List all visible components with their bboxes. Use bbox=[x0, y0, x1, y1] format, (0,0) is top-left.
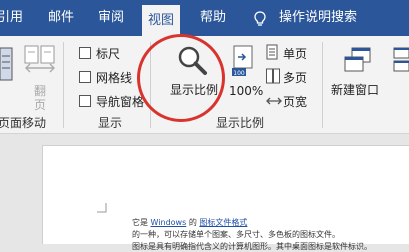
nav-pane-label: 导航窗格 bbox=[96, 95, 145, 109]
page-width-button[interactable]: 页宽 bbox=[266, 92, 316, 112]
tab-view[interactable]: 视图 bbox=[142, 5, 181, 36]
group-separator bbox=[322, 42, 323, 128]
document-page[interactable]: 它是 Windows 的 图标文件格式 的一种，可以存储单个图案、多尺寸、多色板… bbox=[42, 145, 409, 251]
ruler-label: 标尺 bbox=[96, 47, 121, 61]
lightbulb-icon bbox=[254, 11, 266, 26]
new-window-label: 新建窗口 bbox=[331, 83, 380, 97]
group-label-page-move: 页面移动 bbox=[0, 116, 47, 130]
tab-references[interactable]: 引用 bbox=[0, 0, 23, 36]
flip-page-icon bbox=[24, 45, 55, 73]
margin-corner-mark bbox=[97, 203, 107, 213]
flip-page-label: 翻 页 bbox=[33, 84, 46, 112]
doc-text: 的 bbox=[188, 218, 197, 227]
multi-page-button[interactable]: 多页 bbox=[266, 68, 316, 88]
gridlines-label: 网格线 bbox=[96, 71, 133, 85]
document-area: 它是 Windows 的 图标文件格式 的一种，可以存储单个图案、多尺寸、多色板… bbox=[0, 134, 409, 251]
new-window-icon bbox=[344, 47, 371, 72]
checkbox-box bbox=[79, 47, 91, 59]
single-page-label: 单页 bbox=[283, 47, 308, 61]
page-width-icon bbox=[266, 97, 282, 105]
group-label-show: 显示 bbox=[98, 116, 123, 130]
vertical-page-icon bbox=[0, 47, 13, 81]
document-line-1: 它是 Windows 的 图标文件格式 bbox=[132, 217, 247, 228]
tab-review[interactable]: 审阅 bbox=[98, 0, 124, 36]
doc-link-windows[interactable]: Windows bbox=[151, 218, 187, 227]
tab-mailings[interactable]: 邮件 bbox=[48, 0, 74, 36]
zoom-100-label: 100% bbox=[229, 84, 264, 98]
multi-page-icon bbox=[266, 68, 280, 84]
zoom-100-button[interactable]: 100 100% bbox=[226, 44, 264, 104]
flip-page-button[interactable]: 翻 页 bbox=[22, 44, 58, 112]
group-label-zoom: 显示比例 bbox=[216, 116, 265, 130]
page-width-label: 页宽 bbox=[283, 95, 308, 109]
svg-text:100: 100 bbox=[233, 70, 245, 77]
new-window-button[interactable]: 新建窗口 bbox=[330, 44, 384, 104]
arrange-all-button[interactable] bbox=[392, 46, 409, 102]
checkbox-box bbox=[79, 95, 91, 107]
tab-help[interactable]: 帮助 bbox=[200, 0, 226, 36]
multi-page-label: 多页 bbox=[283, 71, 308, 85]
group-separator bbox=[63, 42, 64, 128]
doc-link-icon-format[interactable]: 图标文件格式 bbox=[199, 218, 247, 227]
zoom-100-icon: 100 bbox=[232, 45, 253, 77]
single-page-button[interactable]: 单页 bbox=[266, 44, 316, 64]
single-page-icon bbox=[266, 44, 278, 60]
doc-text: 它是 bbox=[132, 218, 148, 227]
document-line-2: 的一种，可以存储单个图案、多尺寸、多色板的图标文件。 bbox=[132, 230, 340, 239]
checkbox-box bbox=[79, 71, 91, 83]
tell-me-search[interactable]: 操作说明搜索 bbox=[279, 0, 357, 36]
highlight-circle bbox=[137, 34, 225, 122]
arrange-all-icon bbox=[393, 47, 409, 72]
ribbon-tab-bar: 引用 邮件 审阅 视图 帮助 操作说明搜索 bbox=[0, 0, 409, 36]
vertical-page-button[interactable] bbox=[0, 44, 14, 94]
